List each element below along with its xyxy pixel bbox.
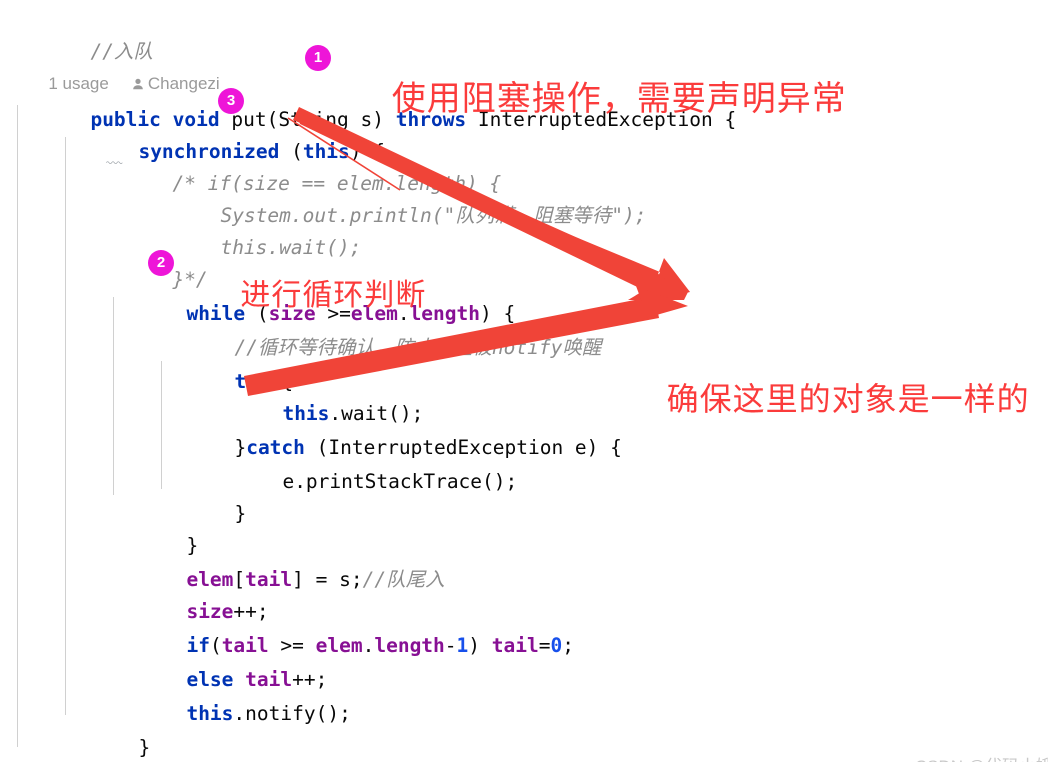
annotation-note-2: 进行循环判断 bbox=[203, 236, 426, 348]
code-token-brace-close-3: } bbox=[138, 736, 151, 759]
annotation-note-1-text: 使用阻塞操作，需要声明异常 bbox=[391, 80, 847, 118]
code-token-comment-tail-in: //队尾入 bbox=[362, 568, 445, 591]
indent-guide-4 bbox=[161, 361, 162, 425]
code-line-12: }catch (InterruptedException e) { bbox=[234, 436, 622, 459]
code-token-brace-close-1: } bbox=[234, 502, 247, 525]
indent-guide-5 bbox=[161, 425, 162, 489]
csdn-watermark: CSDN @代码小娥 bbox=[896, 732, 1048, 762]
code-line-17: size++; bbox=[186, 600, 269, 623]
code-screenshot: //入队 1 usage Changezi public void put(Str… bbox=[0, 0, 1048, 762]
badge-2-label: 2 bbox=[156, 254, 166, 271]
badge-3-label: 3 bbox=[226, 92, 236, 109]
comment-squiggle bbox=[106, 161, 123, 164]
code-line-19: else tail++; bbox=[186, 668, 328, 691]
code-token-keyword-this-3: this bbox=[186, 702, 234, 725]
code-line-13: e.printStackTrace(); bbox=[212, 434, 517, 493]
code-line-16: elem[tail] = s;//队尾入 bbox=[186, 568, 445, 591]
code-token-field-tail-3: tail bbox=[491, 634, 539, 657]
badge-2: 2 bbox=[148, 250, 174, 276]
code-token-number-0: 0 bbox=[550, 634, 563, 657]
code-line-21: } bbox=[68, 700, 150, 759]
code-token-call-printstacktrace: e.printStackTrace(); bbox=[282, 470, 518, 493]
code-line-6: this.wait(); bbox=[150, 200, 361, 259]
annotation-note-1: 使用阻塞操作，需要声明异常 bbox=[350, 32, 847, 159]
code-line-11: this.wait(); bbox=[282, 402, 424, 425]
indent-guide-1 bbox=[17, 105, 18, 747]
code-line-20: this.notify(); bbox=[186, 702, 351, 725]
badge-1: 1 bbox=[305, 45, 331, 71]
code-line-18: if(tail >= elem.length-1) tail=0; bbox=[186, 634, 574, 657]
annotation-note-2-text: 进行循环判断 bbox=[240, 279, 427, 312]
annotation-note-3: 确保这里的对象是一样的 bbox=[627, 337, 1030, 457]
badge-3: 3 bbox=[218, 88, 244, 114]
code-token-number-1: 1 bbox=[456, 634, 469, 657]
watermark-text: CSDN @代码小娥 bbox=[915, 757, 1048, 762]
indent-guide-2 bbox=[65, 137, 66, 715]
code-line-15: } bbox=[116, 498, 198, 557]
code-token-field-length-2: length bbox=[374, 634, 445, 657]
code-line-14: } bbox=[164, 466, 246, 525]
code-line-22: } bbox=[20, 732, 102, 762]
code-line-1: //入队 bbox=[20, 4, 152, 63]
annotation-note-3-text: 确保这里的对象是一样的 bbox=[666, 381, 1030, 417]
code-line-5: System.out.println("队列满，阻塞等待"); bbox=[150, 168, 646, 227]
badge-1-label: 1 bbox=[313, 49, 323, 66]
